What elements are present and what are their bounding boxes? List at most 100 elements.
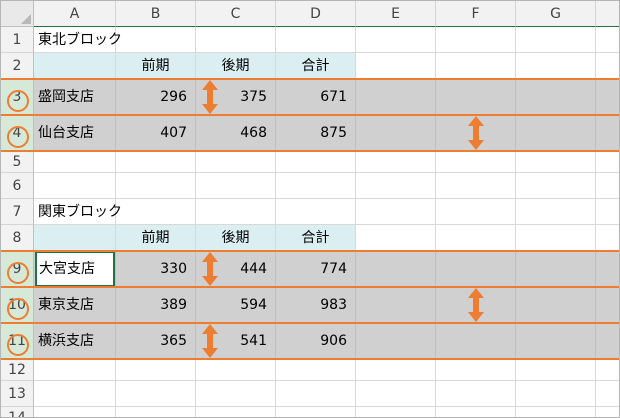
- cell-g9[interactable]: [516, 251, 596, 287]
- grid-cell[interactable]: [516, 151, 596, 173]
- grid-cell[interactable]: [596, 359, 619, 381]
- grid-cell[interactable]: [196, 199, 276, 225]
- grid-cell[interactable]: [276, 407, 356, 417]
- grid-cell[interactable]: [596, 407, 619, 417]
- grid-cell[interactable]: [196, 173, 276, 199]
- grid-cell[interactable]: [196, 27, 276, 53]
- cell-d10[interactable]: 983: [276, 287, 356, 323]
- cell-f11[interactable]: [436, 323, 516, 359]
- row-header-6[interactable]: 6: [1, 173, 34, 199]
- cell-h10[interactable]: [596, 287, 619, 323]
- cell-f9[interactable]: [436, 251, 516, 287]
- row-header-8[interactable]: 8: [1, 225, 34, 251]
- cell-b9[interactable]: 330: [116, 251, 196, 287]
- grid-cell[interactable]: [116, 173, 196, 199]
- column-header-f[interactable]: F: [436, 1, 516, 27]
- grid-cell[interactable]: [356, 151, 436, 173]
- grid-cell[interactable]: [436, 27, 516, 53]
- grid-cell[interactable]: [356, 381, 436, 407]
- grid-cell[interactable]: [436, 407, 516, 417]
- grid-cell[interactable]: [436, 199, 516, 225]
- row-header-5[interactable]: 5: [1, 151, 34, 173]
- grid-cell[interactable]: [116, 359, 196, 381]
- grid-cell[interactable]: [356, 27, 436, 53]
- row-header-12[interactable]: 12: [1, 359, 34, 381]
- column-header-g[interactable]: G: [516, 1, 596, 27]
- grid-cell[interactable]: [516, 359, 596, 381]
- grid-cell[interactable]: [34, 381, 116, 407]
- cell-b10[interactable]: 389: [116, 287, 196, 323]
- cell-a4[interactable]: 仙台支店: [34, 115, 116, 151]
- cell-b2[interactable]: 前期: [116, 53, 196, 79]
- row-header-14[interactable]: 14: [1, 407, 34, 417]
- column-header-a[interactable]: A: [34, 1, 116, 27]
- grid-cell[interactable]: [276, 173, 356, 199]
- grid-cell[interactable]: [516, 199, 596, 225]
- grid-cell[interactable]: [116, 151, 196, 173]
- row-header-7[interactable]: 7: [1, 199, 34, 225]
- grid-cell[interactable]: [276, 27, 356, 53]
- grid-cell[interactable]: [596, 53, 619, 79]
- grid-cell[interactable]: [436, 53, 516, 79]
- cell-b8[interactable]: 前期: [116, 225, 196, 251]
- cell-g11[interactable]: [516, 323, 596, 359]
- cell-b11[interactable]: 365: [116, 323, 196, 359]
- cell-e10[interactable]: [356, 287, 436, 323]
- grid-cell[interactable]: [436, 151, 516, 173]
- row-header-13[interactable]: 13: [1, 381, 34, 407]
- cell-a3[interactable]: 盛岡支店: [34, 79, 116, 115]
- column-header-d[interactable]: D: [276, 1, 356, 27]
- grid-cell[interactable]: [196, 407, 276, 417]
- grid-cell[interactable]: [276, 381, 356, 407]
- cell-c4[interactable]: 468: [196, 115, 276, 151]
- grid-cell[interactable]: [516, 225, 596, 251]
- cell-g4[interactable]: [516, 115, 596, 151]
- cell-a10[interactable]: 東京支店: [34, 287, 116, 323]
- cell-d4[interactable]: 875: [276, 115, 356, 151]
- grid-cell[interactable]: [596, 27, 619, 53]
- grid-cell[interactable]: [436, 225, 516, 251]
- grid-cell[interactable]: [276, 199, 356, 225]
- grid-cell[interactable]: [116, 199, 196, 225]
- cell-d8[interactable]: 合計: [276, 225, 356, 251]
- cell-b4[interactable]: 407: [116, 115, 196, 151]
- grid-cell[interactable]: [436, 381, 516, 407]
- grid-cell[interactable]: [34, 407, 116, 417]
- cell-b3[interactable]: 296: [116, 79, 196, 115]
- grid-cell[interactable]: [196, 151, 276, 173]
- cell-a11[interactable]: 横浜支店: [34, 323, 116, 359]
- column-header-b[interactable]: B: [116, 1, 196, 27]
- cell-c10[interactable]: 594: [196, 287, 276, 323]
- grid-cell[interactable]: [356, 173, 436, 199]
- select-all-button[interactable]: [1, 1, 34, 27]
- grid-cell[interactable]: [356, 53, 436, 79]
- cell-d11[interactable]: 906: [276, 323, 356, 359]
- cell-h11[interactable]: [596, 323, 619, 359]
- cell-a8[interactable]: [34, 225, 116, 251]
- cell-d2[interactable]: 合計: [276, 53, 356, 79]
- grid-cell[interactable]: [116, 27, 196, 53]
- grid-cell[interactable]: [356, 225, 436, 251]
- column-header-e[interactable]: E: [356, 1, 436, 27]
- grid-cell[interactable]: [276, 151, 356, 173]
- cell-a1[interactable]: 東北ブロック: [34, 27, 122, 53]
- grid-cell[interactable]: [596, 151, 619, 173]
- cell-d3[interactable]: 671: [276, 79, 356, 115]
- cell-a7[interactable]: 関東ブロック: [34, 199, 122, 225]
- cell-a2[interactable]: [34, 53, 116, 79]
- grid-cell[interactable]: [356, 407, 436, 417]
- grid-cell[interactable]: [516, 53, 596, 79]
- grid-cell[interactable]: [196, 381, 276, 407]
- grid-cell[interactable]: [436, 359, 516, 381]
- grid-cell[interactable]: [34, 173, 116, 199]
- grid-cell[interactable]: [516, 381, 596, 407]
- cell-h3[interactable]: [596, 79, 619, 115]
- grid-cell[interactable]: [196, 359, 276, 381]
- cell-e4[interactable]: [356, 115, 436, 151]
- grid-cell[interactable]: [276, 359, 356, 381]
- cell-f3[interactable]: [436, 79, 516, 115]
- grid-cell[interactable]: [34, 151, 116, 173]
- column-header-c[interactable]: C: [196, 1, 276, 27]
- row-header-2[interactable]: 2: [1, 53, 34, 79]
- cell-e3[interactable]: [356, 79, 436, 115]
